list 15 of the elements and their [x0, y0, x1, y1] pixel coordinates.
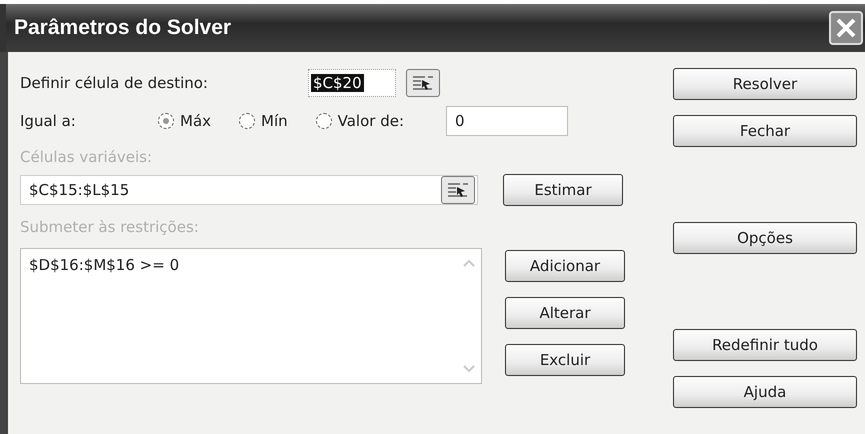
- radio-option[interactable]: Máx: [158, 112, 212, 130]
- dialog-button[interactable]: Fechar: [673, 115, 857, 147]
- section-label: Submeter às restrições:: [20, 218, 200, 238]
- radio-option[interactable]: Mín: [239, 112, 288, 130]
- target-cell-field[interactable]: $C$20: [308, 69, 396, 97]
- radio-option[interactable]: Valor de:: [316, 112, 404, 130]
- section-label: Células variáveis:: [20, 148, 154, 168]
- dialog-button[interactable]: Redefinir tudo: [673, 329, 857, 361]
- dialog-button[interactable]: Opções: [673, 222, 857, 254]
- dialog-button[interactable]: Ajuda: [673, 376, 857, 408]
- dialog-button[interactable]: Resolver: [673, 68, 857, 100]
- window-title: Parâmetros do Solver: [14, 16, 232, 40]
- field-label: Definir célula de destino:: [20, 74, 209, 92]
- field-label: Igual a:: [20, 112, 77, 130]
- value-field[interactable]: 0: [446, 106, 568, 136]
